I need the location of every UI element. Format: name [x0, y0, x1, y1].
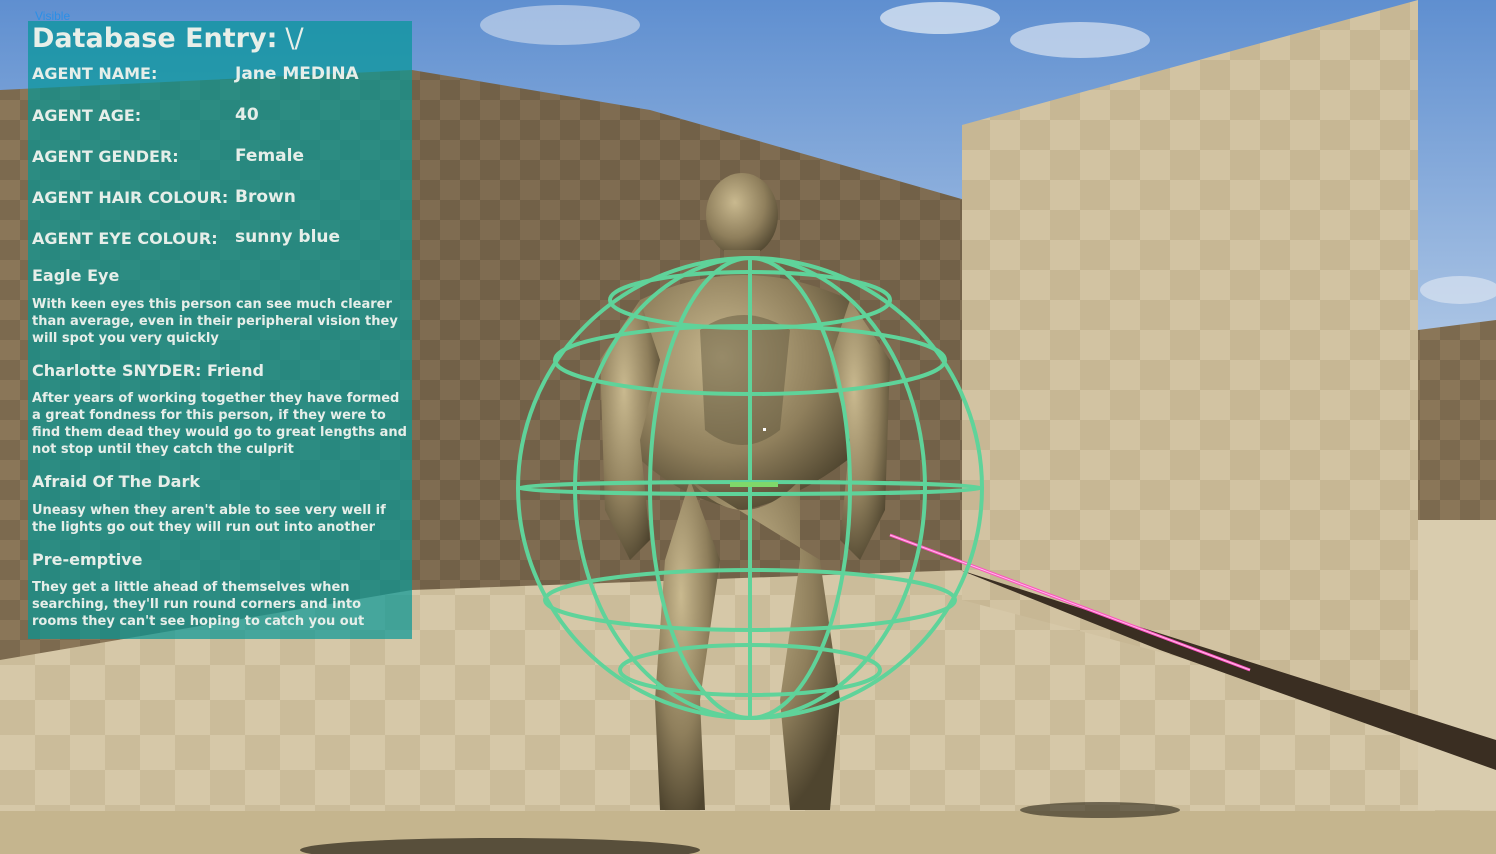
field-label: AGENT GENDER: [32, 147, 179, 166]
field-value: Jane MEDINA [235, 64, 359, 84]
cloud [880, 2, 1000, 34]
bottom-band [0, 811, 1496, 854]
far-wall [1418, 320, 1496, 525]
shadow [1020, 802, 1180, 818]
trait-description: With keen eyes this person can see much … [32, 297, 398, 346]
field-value: Brown [235, 187, 296, 207]
right-wall [962, 0, 1418, 720]
field-value: Female [235, 146, 304, 166]
field-label: AGENT AGE: [32, 106, 142, 125]
field-label: AGENT NAME: [32, 64, 158, 83]
field-agent-gender: AGENT GENDER: Female [32, 146, 408, 171]
trait-description: After years of working together they hav… [32, 391, 407, 457]
field-value: sunny blue [235, 227, 341, 247]
field-agent-eye-colour: AGENT EYE COLOUR: sunny blue [32, 227, 408, 253]
field-agent-name: AGENT NAME: Jane MEDINA [32, 64, 408, 88]
trait-description: Uneasy when they aren't able to see very… [32, 503, 386, 535]
collapse-chevron-icon[interactable]: \/ [285, 23, 303, 54]
crosshair [763, 428, 766, 431]
panel-title: Database Entry: \/ [32, 23, 304, 54]
cloud [480, 5, 640, 45]
panel-title-text: Database Entry: [32, 23, 278, 54]
trait-description: They get a little ahead of themselves wh… [32, 580, 365, 629]
field-label: AGENT HAIR COLOUR: [32, 188, 229, 207]
database-entry-panel: Database Entry: \/ AGENT NAME: Jane MEDIN… [28, 21, 412, 639]
trait-name: Pre-emptive [32, 550, 143, 569]
trait-name: Eagle Eye [32, 266, 120, 285]
cloud [1010, 22, 1150, 58]
right-edge [1418, 520, 1496, 810]
field-label: AGENT EYE COLOUR: [32, 229, 218, 248]
trait-name: Charlotte SNYDER: Friend [32, 361, 264, 380]
field-value: 40 [235, 105, 259, 125]
field-agent-age: AGENT AGE: 40 [32, 105, 408, 130]
field-agent-hair-colour: AGENT HAIR COLOUR: Brown [32, 187, 408, 212]
trait-name: Afraid Of The Dark [32, 472, 201, 491]
health-bar [730, 482, 778, 487]
